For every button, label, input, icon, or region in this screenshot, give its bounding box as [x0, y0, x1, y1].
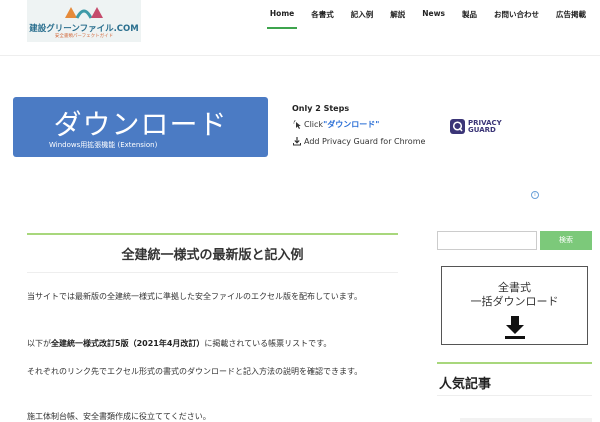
popular-articles-divider [437, 395, 592, 396]
bulk-download-card[interactable]: 全書式 一括ダウンロード [441, 266, 588, 345]
ad-steps: Only 2 Steps Click "ダウンロード" Add Privacy … [292, 104, 425, 146]
privacy-guard-logo[interactable]: PRIVACY GUARD [450, 119, 502, 134]
ad-step-1-prefix: Click [304, 120, 324, 129]
ad-step-2-label: Add Privacy Guard for Chrome [304, 136, 426, 146]
article-title: 全建統一様式の最新版と記入例 [121, 248, 304, 263]
ad-download-button[interactable]: ダウンロード Windows用拡張機能 (Extension) [13, 97, 268, 157]
ad-step-1-highlight: "ダウンロード" [323, 120, 380, 129]
popular-article-preview[interactable] [460, 418, 592, 422]
pointer-click-icon [293, 119, 301, 129]
popular-articles-title: 人気記事 [439, 377, 492, 392]
ad-steps-title: Only 2 Steps [292, 104, 350, 113]
nav-home[interactable]: Home [266, 9, 298, 29]
ad-step-1[interactable]: Click "ダウンロード" [292, 119, 425, 130]
ad-download-label: ダウンロード [53, 108, 228, 141]
privacy-guard-line2: GUARD [468, 125, 496, 134]
download-arrow-icon [505, 316, 525, 339]
article-top-border [27, 233, 398, 235]
article-paragraph-1: 当サイトでは最新版の全建統一様式に準拠した安全ファイルのエクセル版を配布していま… [27, 292, 362, 301]
logo-mark-icon [65, 7, 103, 19]
sidebar-divider [437, 362, 592, 364]
privacy-guard-text: PRIVACY GUARD [468, 119, 502, 134]
logo-subtitle: 安全書類パーフェクトガイド [54, 34, 114, 39]
nav-forms[interactable]: 各書式 [311, 9, 334, 28]
download-icon [293, 137, 301, 146]
privacy-guard-shield-icon [450, 119, 465, 134]
nav-products[interactable]: 製品 [462, 9, 477, 28]
ad-step-2[interactable]: Add Privacy Guard for Chrome [292, 136, 425, 146]
main-nav: Home 各書式 記入例 解説 News 製品 お問い合わせ 広告掲載 [253, 9, 586, 29]
ad-download-sublabel: Windows用拡張機能 (Extension) [49, 141, 158, 149]
nav-examples[interactable]: 記入例 [351, 9, 374, 28]
article-paragraph-3: それぞれのリンク先でエクセル形式の書式のダウンロードと記入方法の説明を確認できま… [27, 367, 363, 376]
nav-advertising[interactable]: 広告掲載 [556, 9, 586, 28]
site-header: 建設グリーンファイル.COM 安全書類パーフェクトガイド Home 各書式 記入… [0, 0, 600, 56]
nav-contact[interactable]: お問い合わせ [494, 9, 539, 28]
ad-info-icon[interactable]: i [531, 191, 539, 199]
p2-bold: 全建統一様式改訂5版（2021年4月改訂） [51, 339, 205, 348]
search-button[interactable]: 検索 [540, 231, 592, 250]
nav-news[interactable]: News [422, 9, 445, 28]
search-input[interactable] [437, 231, 537, 250]
nav-explanation[interactable]: 解説 [390, 9, 405, 28]
p2-prefix: 以下が [27, 339, 51, 348]
bulk-download-line2: 一括ダウンロード [470, 295, 559, 308]
article-paragraph-2: 以下が全建統一様式改訂5版（2021年4月改訂）に掲載されている帳票リストです。 [27, 336, 398, 351]
site-logo[interactable]: 建設グリーンファイル.COM 安全書類パーフェクトガイド [27, 0, 141, 42]
article-paragraph-4: 施工体制台帳、安全書類作成に役立ててください。 [27, 412, 211, 421]
p2-suffix: に掲載されている帳票リストです。 [204, 339, 332, 348]
article-divider [27, 272, 398, 273]
